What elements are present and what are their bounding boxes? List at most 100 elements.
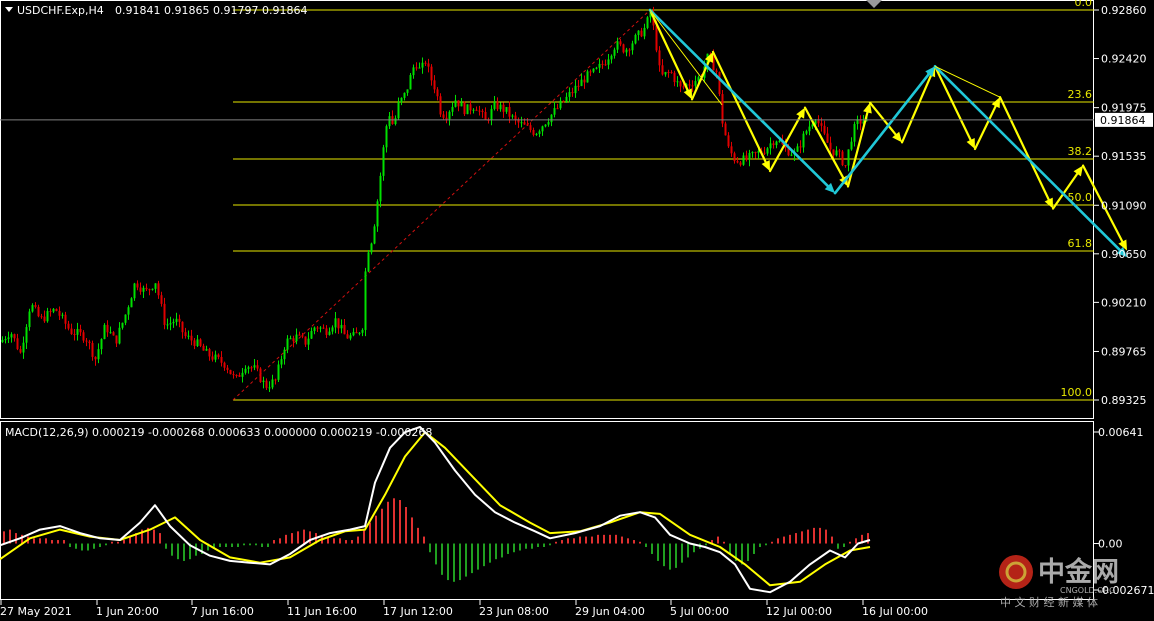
candle-body [85, 340, 88, 342]
candle-body [28, 311, 31, 328]
candle-body [163, 303, 166, 325]
candle-body [262, 380, 265, 383]
candle-body [580, 79, 583, 87]
candle-body [133, 283, 136, 299]
candle-body [40, 316, 43, 318]
candle-body [574, 85, 577, 94]
candle-body [280, 359, 283, 365]
candle-body [277, 364, 280, 380]
fib-level-label: 38.2 [1068, 145, 1093, 158]
candle-body [568, 92, 571, 97]
candle-body [670, 72, 673, 74]
candle-body [7, 337, 10, 340]
candle-body [808, 126, 811, 132]
candle-body [94, 356, 97, 360]
watermark-title: 中金网 [1038, 556, 1119, 588]
candle-body [421, 62, 424, 68]
candle-body [346, 334, 349, 339]
candle-body [604, 64, 607, 66]
time-tick-label: 7 Jun 16:00 [191, 605, 254, 618]
candle-body [601, 63, 604, 65]
candle-body [775, 141, 778, 146]
candle-body [328, 331, 331, 335]
candle-body [523, 122, 526, 125]
candle-body [688, 84, 691, 86]
candle-body [763, 152, 766, 154]
candle-body [499, 104, 502, 110]
candle-body [97, 349, 100, 360]
candle-body [658, 50, 661, 66]
candle-body [646, 17, 649, 28]
price-chart[interactable]: 0.023.638.250.061.8100.0 0.928600.924200… [0, 0, 1154, 621]
candle-body [286, 338, 289, 350]
macd-label: MACD(12,26,9) 0.000219 -0.000268 0.00063… [5, 426, 432, 439]
candle-body [769, 143, 772, 149]
candle-body [130, 298, 133, 308]
candle-body [238, 375, 241, 377]
candle-body [214, 354, 217, 360]
candle-body [838, 150, 841, 152]
current-price-label: 0.91864 [1100, 114, 1146, 127]
candle-body [49, 311, 52, 313]
candle-body [358, 332, 361, 334]
symbol-label: USDCHF.Exp,H4 [17, 4, 104, 17]
candle-body [199, 339, 202, 346]
candle-body [178, 318, 181, 322]
price-axis: 0.92860 0.92420 0.91975 0.91535 0.91090 0.906… [1094, 4, 1147, 407]
candle-body [457, 100, 460, 107]
candle-body [352, 332, 355, 336]
candle-body [64, 314, 67, 324]
candle-body [181, 321, 184, 333]
candle-body [274, 379, 277, 381]
candle-body [256, 365, 259, 369]
candle-body [826, 133, 829, 143]
candle-body [571, 92, 574, 94]
candle-body [37, 306, 40, 317]
candle-body [766, 148, 769, 154]
candle-body [820, 123, 823, 126]
candle-body [454, 100, 457, 107]
price-tick-label: 0.91090 [1101, 199, 1147, 212]
candle-body [379, 175, 382, 202]
candle-body [406, 89, 409, 93]
candle-body [367, 252, 370, 272]
candle-body [427, 63, 430, 67]
candle-body [334, 318, 337, 328]
candle-body [103, 324, 106, 340]
candle-body [664, 72, 667, 75]
price-tick-label: 0.92860 [1101, 4, 1147, 17]
watermark-tagline: 中 文 财 经 新 媒 体 [1000, 595, 1098, 609]
candle-body [418, 67, 421, 69]
candle-body [463, 102, 466, 115]
candle-body [481, 110, 484, 113]
candle-body [211, 356, 214, 360]
candle-body [19, 349, 22, 353]
candle-body [442, 114, 445, 118]
candle-body [598, 63, 601, 68]
candle-body [190, 335, 193, 341]
candle-body [796, 146, 799, 152]
candle-body [253, 365, 256, 368]
candle-body [22, 342, 25, 353]
candle-body [112, 332, 115, 336]
candle-body [208, 349, 211, 357]
candle-body [718, 72, 721, 95]
candle-body [43, 316, 46, 322]
candle-body [448, 111, 451, 120]
candle-body [469, 104, 472, 111]
candle-body [169, 323, 172, 325]
candle-body [268, 387, 271, 389]
candle-body [733, 153, 736, 162]
candle-body [514, 115, 517, 120]
candle-body [160, 295, 163, 304]
candle-body [724, 123, 727, 136]
candle-body [100, 339, 103, 350]
time-tick-label: 16 Jul 00:00 [862, 605, 928, 618]
candle-body [466, 104, 469, 115]
candle-body [493, 101, 496, 109]
candle-body [220, 357, 223, 363]
candle-body [121, 322, 124, 328]
candle-body [58, 310, 61, 316]
candle-body [754, 152, 757, 154]
time-tick-label: 17 Jun 12:00 [383, 605, 453, 618]
